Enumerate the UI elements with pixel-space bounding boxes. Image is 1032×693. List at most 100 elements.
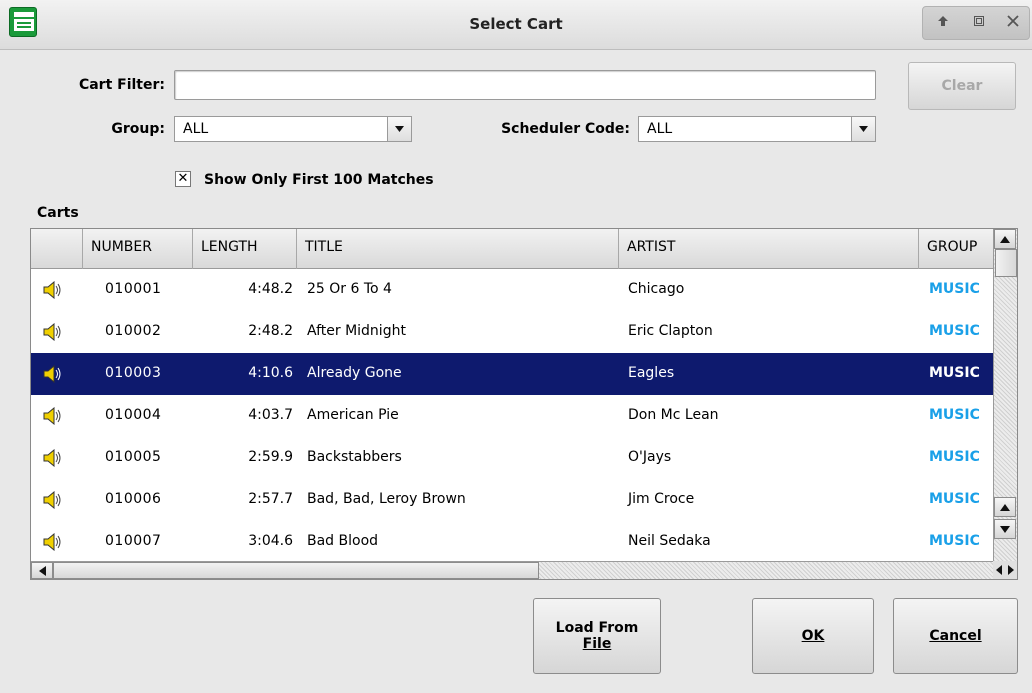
- table-row[interactable]: 010002 2:48.2 After Midnight Eric Clapton MU…: [31, 311, 993, 353]
- shade-button[interactable]: [935, 15, 951, 31]
- cell-length: 4:03.7: [248, 407, 293, 423]
- horizontal-scrollbar[interactable]: [31, 561, 993, 579]
- close-icon: [1007, 15, 1019, 27]
- cancel-button[interactable]: Cancel: [893, 598, 1018, 674]
- maximize-icon: [974, 16, 984, 26]
- cell-title: After Midnight: [307, 323, 406, 339]
- arrow-up-icon: [1000, 236, 1010, 243]
- scheduler-code-label: Scheduler Code:: [501, 121, 630, 137]
- cell-group: MUSIC: [929, 407, 980, 423]
- cell-length: 2:59.9: [248, 449, 293, 465]
- speaker-icon: [43, 533, 61, 551]
- scheduler-code-select[interactable]: ALL: [638, 116, 876, 142]
- vertical-scroll-thumb[interactable]: [995, 249, 1017, 277]
- cell-artist: Neil Sedaka: [628, 533, 711, 549]
- arrow-up-icon: [1000, 504, 1010, 511]
- clear-button-label: Clear: [941, 78, 983, 94]
- carts-table[interactable]: NUMBER LENGTH TITLE ARTIST GROUP 010001 4…: [30, 228, 1018, 580]
- speaker-icon: [43, 365, 61, 383]
- cell-artist: Eagles: [628, 365, 675, 381]
- speaker-icon: [43, 323, 61, 341]
- cell-number: 010006: [105, 491, 162, 507]
- cart-filter-input[interactable]: [174, 70, 876, 100]
- cell-title: American Pie: [307, 407, 399, 423]
- cancel-button-label: Cancel: [929, 628, 982, 644]
- load-from-file-label-1: Load From: [555, 620, 639, 636]
- column-header-number[interactable]: NUMBER: [83, 229, 193, 269]
- scroll-up-button[interactable]: [994, 229, 1016, 249]
- arrow-down-icon: [1000, 526, 1010, 533]
- table-row[interactable]: 010005 2:59.9 Backstabbers O'Jays MUSIC: [31, 437, 993, 479]
- show-first-label: Show Only First 100 Matches: [204, 172, 434, 188]
- table-row[interactable]: 010004 4:03.7 American Pie Don Mc Lean MUSIC: [31, 395, 993, 437]
- cell-number: 010003: [105, 365, 162, 381]
- group-select-value: ALL: [183, 121, 209, 137]
- cell-group: MUSIC: [929, 491, 980, 507]
- close-button[interactable]: [1005, 15, 1021, 31]
- vertical-scrollbar[interactable]: [993, 229, 1017, 561]
- scroll-left-button[interactable]: [31, 562, 53, 579]
- table-row[interactable]: 010007 3:04.6 Bad Blood Neil Sedaka MUSIC: [31, 521, 993, 561]
- scroll-left-right-icon: [996, 565, 1014, 575]
- table-body: 010001 4:48.2 25 Or 6 To 4 Chicago MUSIC 0100…: [31, 269, 993, 561]
- speaker-icon: [43, 449, 61, 467]
- cell-length: 4:10.6: [248, 365, 293, 381]
- column-header-artist[interactable]: ARTIST: [619, 229, 919, 269]
- scroll-up-button-lower[interactable]: [994, 497, 1016, 517]
- cell-number: 010002: [105, 323, 162, 339]
- load-from-file-button[interactable]: Load From File: [533, 598, 661, 674]
- cell-group: MUSIC: [929, 449, 980, 465]
- table-row[interactable]: 010001 4:48.2 25 Or 6 To 4 Chicago MUSIC: [31, 269, 993, 311]
- cell-artist: Jim Croce: [628, 491, 695, 507]
- table-row[interactable]: 010003 4:10.6 Already Gone Eagles MUSIC: [31, 353, 993, 395]
- column-header-icon[interactable]: [31, 229, 83, 269]
- cell-group: MUSIC: [929, 365, 980, 381]
- cell-title: Already Gone: [307, 365, 402, 381]
- group-select[interactable]: ALL: [174, 116, 412, 142]
- cell-artist: Don Mc Lean: [628, 407, 719, 423]
- cell-number: 010007: [105, 533, 162, 549]
- up-arrow-icon: [938, 16, 948, 26]
- cell-length: 2:48.2: [248, 323, 293, 339]
- column-header-group[interactable]: GROUP: [919, 229, 993, 269]
- table-header: NUMBER LENGTH TITLE ARTIST GROUP: [31, 229, 993, 269]
- scheduler-code-value: ALL: [647, 121, 673, 137]
- cart-filter-label: Cart Filter:: [78, 77, 165, 93]
- chevron-down-icon: [859, 126, 868, 132]
- scroll-corner: [993, 561, 1017, 579]
- clear-button[interactable]: Clear: [908, 62, 1016, 110]
- group-dropdown-button[interactable]: [387, 117, 411, 141]
- chevron-down-icon: [395, 126, 404, 132]
- column-header-length[interactable]: LENGTH: [193, 229, 297, 269]
- cell-title: Bad, Bad, Leroy Brown: [307, 491, 466, 507]
- load-from-file-label-2: File: [582, 636, 612, 652]
- window-controls: [922, 6, 1030, 40]
- cell-artist: O'Jays: [628, 449, 672, 465]
- maximize-button[interactable]: [971, 15, 987, 31]
- cell-length: 4:48.2: [248, 281, 293, 297]
- carts-section-label: Carts: [37, 205, 79, 221]
- arrow-left-icon: [39, 566, 46, 576]
- scheduler-dropdown-button[interactable]: [851, 117, 875, 141]
- cell-title: 25 Or 6 To 4: [307, 281, 392, 297]
- horizontal-scroll-thumb[interactable]: [53, 562, 539, 579]
- table-row[interactable]: 010006 2:57.7 Bad, Bad, Leroy Brown Jim Cro…: [31, 479, 993, 521]
- cell-group: MUSIC: [929, 323, 980, 339]
- group-label: Group:: [111, 121, 165, 137]
- window-title: Select Cart: [469, 15, 563, 33]
- cell-length: 2:57.7: [248, 491, 293, 507]
- speaker-icon: [43, 491, 61, 509]
- scroll-down-button[interactable]: [994, 519, 1016, 539]
- cell-number: 010005: [105, 449, 162, 465]
- ok-button-label: OK: [801, 628, 825, 644]
- speaker-icon: [43, 407, 61, 425]
- column-header-title[interactable]: TITLE: [297, 229, 619, 269]
- cell-group: MUSIC: [929, 533, 980, 549]
- cell-title: Backstabbers: [307, 449, 402, 465]
- ok-button[interactable]: OK: [752, 598, 874, 674]
- title-bar: Select Cart: [0, 0, 1032, 50]
- cell-title: Bad Blood: [307, 533, 379, 549]
- show-first-checkbox[interactable]: ✕: [175, 171, 191, 187]
- cell-artist: Chicago: [628, 281, 685, 297]
- cell-number: 010004: [105, 407, 162, 423]
